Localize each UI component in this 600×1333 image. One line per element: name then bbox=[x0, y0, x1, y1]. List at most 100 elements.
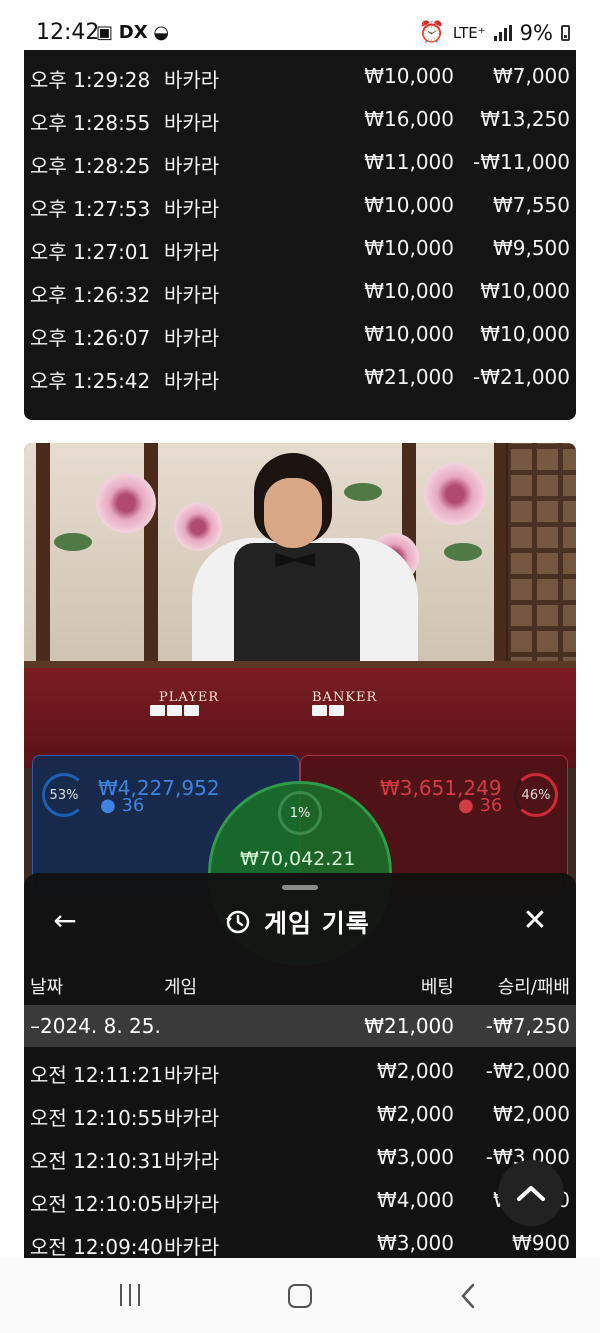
banker-cards bbox=[312, 705, 344, 717]
row-time: 오전 12:09:40 bbox=[30, 1235, 163, 1258]
pillar bbox=[36, 443, 50, 683]
history-row[interactable]: 오전 12:10:05바카라₩4,000₩1,850 bbox=[24, 1178, 576, 1221]
row-time: 오후 1:29:28 bbox=[30, 68, 151, 92]
player-cards bbox=[150, 705, 199, 717]
row-result: ₩7,000 bbox=[492, 64, 570, 88]
back-button[interactable]: ← bbox=[48, 903, 82, 937]
dealer-face bbox=[264, 478, 322, 548]
arrow-left-icon: ← bbox=[53, 903, 77, 937]
history-row[interactable]: 오후 1:26:32 바카라 ₩10,000 ₩10,000 bbox=[24, 269, 576, 312]
row-game: 바카라 bbox=[164, 111, 220, 135]
row-game: 바카라 bbox=[164, 68, 220, 92]
row-bet: ₩16,000 bbox=[364, 107, 454, 131]
row-bet: ₩10,000 bbox=[364, 236, 454, 260]
history-row[interactable]: 오전 12:11:21 바카라 ₩2,000 -₩2,000 bbox=[24, 1049, 576, 1092]
row-game: 바카라 bbox=[164, 1235, 220, 1258]
row-result: ₩2,000 bbox=[492, 1102, 570, 1126]
banker-label: BANKER bbox=[312, 690, 378, 705]
player-percent: 53% bbox=[42, 773, 86, 817]
baccarat-table bbox=[24, 668, 576, 768]
battery-icon bbox=[561, 24, 570, 41]
home-button[interactable] bbox=[288, 1284, 312, 1308]
row-time: 오후 1:26:32 bbox=[30, 283, 151, 307]
lattice-window bbox=[506, 443, 576, 683]
leaf bbox=[444, 543, 482, 561]
history-row[interactable]: 오후 1:26:07 바카라 ₩10,000 ₩10,000 bbox=[24, 312, 576, 355]
row-bet: ₩10,000 bbox=[364, 279, 454, 303]
close-button[interactable]: ✕ bbox=[518, 902, 552, 938]
gallery-icon: ▣ bbox=[96, 22, 114, 43]
row-game: 바카라 bbox=[164, 283, 220, 307]
system-nav-bar bbox=[0, 1258, 600, 1333]
header-result: 승리/패배 bbox=[497, 977, 570, 998]
row-result: ₩10,000 bbox=[480, 322, 570, 346]
row-result: -₩11,000 bbox=[473, 150, 570, 174]
row-game: 바카라 bbox=[164, 326, 220, 350]
network-type: LTE⁺ bbox=[452, 23, 486, 42]
history-row[interactable]: 오후 1:25:42 바카라 ₩21,000 -₩21,000 bbox=[24, 355, 576, 398]
pillar bbox=[144, 443, 158, 683]
row-result: -₩21,000 bbox=[473, 365, 570, 389]
drag-handle[interactable] bbox=[282, 885, 318, 890]
row-result: ₩13,250 bbox=[480, 107, 570, 131]
row-time: 오후 1:27:53 bbox=[30, 197, 151, 221]
recent-apps-button[interactable] bbox=[120, 1284, 140, 1306]
status-time: 12:42 bbox=[36, 20, 100, 45]
scroll-top-button[interactable] bbox=[498, 1160, 564, 1226]
row-result: -₩2,000 bbox=[485, 1059, 570, 1083]
row-time: 오후 1:28:55 bbox=[30, 111, 151, 135]
history-row[interactable]: 오후 1:28:25 바카라 ₩11,000 -₩11,000 bbox=[24, 140, 576, 183]
row-result: ₩900 bbox=[512, 1231, 570, 1255]
row-time: 오전 12:11:21 bbox=[30, 1063, 163, 1087]
dx-icon: DX bbox=[118, 22, 148, 43]
date-group-row[interactable]: –2024. 8. 25. ₩21,000 -₩7,250 bbox=[24, 1005, 576, 1047]
row-bet: ₩2,000 bbox=[376, 1059, 454, 1083]
history-row[interactable]: 오후 1:29:28 바카라 ₩10,000 ₩7,000 bbox=[24, 54, 576, 97]
flower bbox=[174, 503, 222, 551]
history-row[interactable]: 오전 12:09:40 바카라 ₩3,000 ₩900 bbox=[24, 1221, 576, 1258]
row-bet: ₩10,000 bbox=[364, 64, 454, 88]
alarm-icon: ⏰ bbox=[418, 20, 445, 44]
date-group-date: –2024. 8. 25. bbox=[30, 1014, 161, 1038]
row-game: 바카라 bbox=[164, 154, 220, 178]
history-sheet: ← 게임 기록 ✕ 날짜 게임 베팅 승리/패배 –2024. 8. 25. ₩… bbox=[24, 873, 576, 1258]
back-nav-button[interactable] bbox=[458, 1282, 478, 1310]
row-time: 오후 1:27:01 bbox=[30, 240, 151, 264]
history-row[interactable]: 오후 1:27:53 바카라 ₩10,000 ₩7,550 bbox=[24, 183, 576, 226]
flower bbox=[96, 473, 156, 533]
row-result: ₩7,550 bbox=[492, 193, 570, 217]
battery-percent: 9% bbox=[519, 20, 553, 45]
history-row[interactable]: 오후 1:28:55 바카라 ₩16,000 ₩13,250 bbox=[24, 97, 576, 140]
row-time: 오전 12:10:05 bbox=[30, 1192, 163, 1216]
coin-icon: ◒ bbox=[153, 22, 170, 43]
chevron-up-icon bbox=[517, 1186, 545, 1201]
row-game: 바카라 bbox=[164, 197, 220, 221]
row-bet: ₩11,000 bbox=[364, 150, 454, 174]
banker-percent: 46% bbox=[514, 773, 558, 817]
row-bet: ₩2,000 bbox=[376, 1102, 454, 1126]
row-time: 오후 1:25:42 bbox=[30, 369, 151, 393]
row-game: 바카라 bbox=[164, 1063, 220, 1087]
row-game: 바카라 bbox=[164, 240, 220, 264]
date-group-bet: ₩21,000 bbox=[364, 1014, 454, 1038]
row-bet: ₩10,000 bbox=[364, 193, 454, 217]
notification-icons: ▣ DX ◒ bbox=[96, 22, 169, 43]
row-bet: ₩10,000 bbox=[364, 322, 454, 346]
row-game: 바카라 bbox=[164, 1149, 220, 1173]
row-game: 바카라 bbox=[164, 1106, 220, 1130]
row-time: 오후 1:26:07 bbox=[30, 326, 151, 350]
leaf bbox=[344, 483, 382, 501]
sheet-header: 게임 기록 bbox=[224, 904, 370, 940]
status-bar: 12:42 ▣ DX ◒ ⏰ LTE⁺ 9% bbox=[0, 0, 600, 50]
history-icon bbox=[226, 910, 250, 934]
close-icon: ✕ bbox=[522, 902, 548, 938]
header-bet: 베팅 bbox=[420, 977, 454, 998]
row-time: 오전 12:10:55 bbox=[30, 1106, 163, 1130]
history-row[interactable]: 오전 12:10:55 바카라 ₩2,000 ₩2,000 bbox=[24, 1092, 576, 1135]
status-right: ⏰ LTE⁺ 9% bbox=[419, 20, 570, 45]
header-date: 날짜 bbox=[30, 977, 64, 998]
history-card-top: 오후 1:29:28 바카라 ₩10,000 ₩7,000 오후 1:28:55 바카라 ₩… bbox=[24, 50, 576, 420]
history-row[interactable]: 오후 1:27:01 바카라 ₩10,000 ₩9,500 bbox=[24, 226, 576, 269]
history-row[interactable]: 오전 12:10:31 바카라 ₩3,000 -₩3,000 bbox=[24, 1135, 576, 1178]
person-icon: ● bbox=[458, 795, 474, 816]
